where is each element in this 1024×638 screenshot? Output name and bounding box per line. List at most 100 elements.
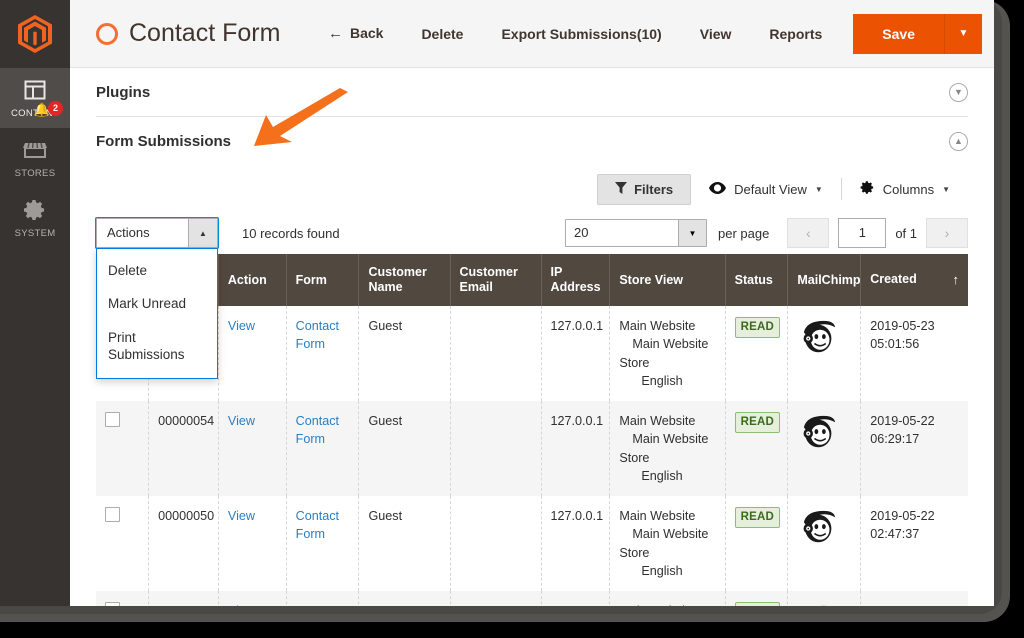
columns-selector[interactable]: Columns ▼ (842, 180, 968, 198)
row-created: 2019-05-22 02:47:37 (860, 496, 968, 591)
per-page-value: 20 (573, 225, 589, 240)
row-checkbox-cell[interactable] (96, 591, 150, 606)
screenshot-root: CONTENT 🔔 2 STORES SYSTEM Contact Form ←… (0, 0, 1024, 638)
column-ip-address[interactable]: IP Address (541, 254, 611, 306)
actions-menu-item-mark-unread[interactable]: Mark Unread (97, 287, 217, 320)
view-link[interactable]: View (228, 509, 255, 523)
chevron-up-icon[interactable]: ▲ (949, 132, 968, 151)
row-checkbox-cell[interactable] (96, 401, 150, 496)
sort-ascending-icon: ↑ (952, 272, 960, 288)
row-created: 2019-05-22 06:29:17 (860, 401, 968, 496)
page-number-input[interactable]: 1 (838, 218, 887, 248)
created-time: 06:29:17 (870, 432, 920, 447)
column-customer-name[interactable]: Customer Name (358, 254, 451, 306)
default-view-selector[interactable]: Default View ▼ (691, 181, 841, 197)
actions-menu-item-print-submissions[interactable]: Print Submissions (97, 321, 217, 372)
submissions-grid-area: Filters Default View ▼ Columns ▼ Actions… (70, 166, 994, 606)
section-plugins[interactable]: Plugins ▼ (96, 68, 968, 117)
column-mailchimp[interactable]: MailChimp (787, 254, 862, 306)
next-page-button[interactable]: › (926, 218, 968, 248)
delete-button[interactable]: Delete (402, 18, 482, 50)
row-created: 2019-05-23 05:01:56 (860, 306, 968, 401)
row-action[interactable]: View (218, 306, 287, 401)
view-link[interactable]: View (228, 604, 255, 606)
form-link[interactable]: Contact Form (296, 319, 339, 351)
row-ip-address: 127.0.0.1 (541, 591, 611, 606)
row-action[interactable]: View (218, 401, 287, 496)
reports-button[interactable]: Reports (750, 18, 841, 50)
row-action[interactable]: View (218, 496, 287, 591)
row-mailchimp (787, 401, 862, 496)
row-ip-address: 127.0.0.1 (541, 306, 611, 401)
sidebar-item-system[interactable]: SYSTEM (0, 188, 70, 248)
created-date: 2019-05-23 (870, 319, 935, 333)
form-link[interactable]: Contact Form (296, 604, 339, 606)
back-button[interactable]: ← Back (309, 17, 402, 50)
store-name-2: Store (619, 450, 650, 465)
row-form[interactable]: Contact Form (286, 591, 360, 606)
row-form[interactable]: Contact Form (286, 306, 360, 401)
actions-menu-item-delete[interactable]: Delete (97, 254, 217, 287)
view-link[interactable]: View (228, 414, 255, 428)
caret-up-icon[interactable]: ▲ (188, 219, 217, 247)
row-form[interactable]: Contact Form (286, 401, 360, 496)
form-link[interactable]: Contact Form (296, 414, 339, 446)
row-status: READ (725, 306, 789, 401)
section-form-submissions[interactable]: Form Submissions ▲ (96, 117, 968, 166)
form-link[interactable]: Contact Form (296, 509, 339, 541)
magento-logo-glyph (18, 15, 52, 53)
previous-page-button[interactable]: ‹ (787, 218, 830, 248)
save-dropdown-caret-icon[interactable]: ▼ (944, 13, 982, 54)
store-name: Main Website (632, 432, 709, 447)
grid-toolbar: Filters Default View ▼ Columns ▼ (96, 166, 968, 212)
created-date: 2019-05-22 (870, 509, 935, 523)
gear-icon (0, 198, 70, 224)
view-link[interactable]: View (228, 319, 255, 333)
grid-controls: Actions ▲ Delete Mark Unread Print Submi… (96, 212, 968, 380)
view-button[interactable]: View (681, 18, 751, 50)
row-checkbox[interactable] (105, 507, 120, 522)
actions-dropdown: Actions ▲ Delete Mark Unread Print Submi… (96, 218, 218, 380)
row-status: READ (725, 401, 789, 496)
column-store-view[interactable]: Store View (609, 254, 726, 306)
row-form[interactable]: Contact Form (286, 496, 360, 591)
caret-down-icon: ▼ (942, 184, 950, 194)
per-page-select[interactable]: 20 ▼ (564, 219, 707, 247)
column-status[interactable]: Status (725, 254, 789, 306)
store-website: Main Website (619, 414, 696, 428)
notification-badge[interactable]: 2 (48, 101, 63, 116)
export-submissions-button[interactable]: Export Submissions(10) (482, 18, 680, 50)
column-customer-email[interactable]: Customer Email (450, 254, 542, 306)
sidebar-item-label-system: SYSTEM (14, 228, 56, 239)
actions-select[interactable]: Actions ▲ (96, 218, 218, 248)
sidebar-item-content[interactable]: CONTENT 🔔 2 (0, 68, 70, 128)
magento-logo-icon[interactable] (0, 0, 70, 68)
table-row[interactable]: View Contact Form Guest 127.0.0.1 Main W… (96, 306, 968, 401)
table-row[interactable]: 00000050 View Contact Form Guest 127.0.0… (96, 496, 968, 591)
row-id: 00000068 (148, 591, 219, 606)
table-row[interactable]: 00000054 View Contact Form Guest 127.0.0… (96, 401, 968, 496)
save-button[interactable]: Save (853, 13, 944, 54)
row-checkbox[interactable] (105, 412, 120, 427)
page-header-actions: ← Back Delete Export Submissions(10) View… (309, 13, 982, 54)
row-customer-name: Guest (358, 401, 451, 496)
actions-menu: Delete Mark Unread Print Submissions (96, 248, 218, 380)
chevron-down-icon[interactable]: ▼ (949, 82, 968, 102)
back-button-label: Back (349, 25, 384, 41)
column-action[interactable]: Action (218, 254, 287, 306)
content-icon (0, 78, 70, 104)
store-icon (0, 138, 70, 164)
row-action[interactable]: View (218, 591, 287, 606)
back-arrow-icon: ← (327, 25, 343, 42)
row-checkbox-cell[interactable] (96, 496, 150, 591)
store-view-name: English (641, 373, 683, 388)
row-checkbox[interactable] (105, 602, 120, 606)
row-customer-email (450, 306, 542, 401)
sidebar-item-stores[interactable]: STORES (0, 128, 70, 188)
table-row[interactable]: 00000068 View Contact Form Guest 127.0.0… (96, 591, 968, 606)
caret-down-icon[interactable]: ▼ (677, 220, 706, 246)
mailchimp-freddie-icon (803, 415, 836, 448)
column-created[interactable]: Created ↑ (860, 254, 968, 306)
filters-button[interactable]: Filters (597, 173, 692, 205)
column-form[interactable]: Form (286, 254, 360, 306)
